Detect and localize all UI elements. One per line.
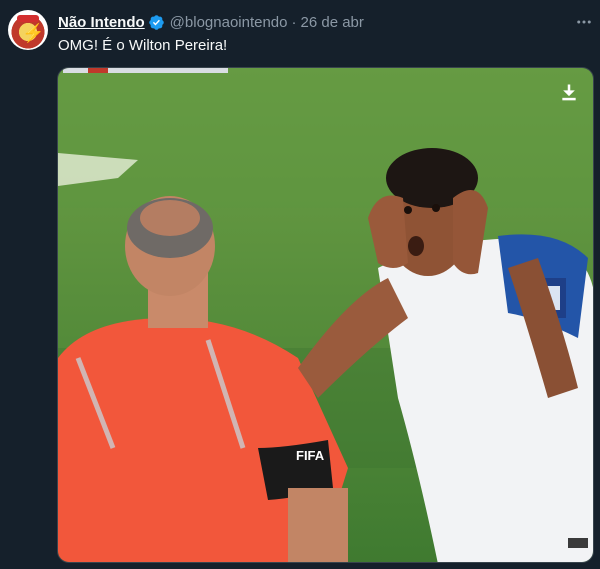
avatar-mascot-icon: ⚡ [22,23,45,43]
separator-dot: · [291,13,297,31]
tweet-date[interactable]: 26 de abr [301,14,364,31]
armband-text: FIFA [296,448,325,463]
tweet-media-photo[interactable]: FIFA [57,67,594,563]
tweet: ⚡ Não Intendo @blognaointendo · 26 de ab… [0,0,600,569]
tweet-text: OMG! É o Wilton Pereira! [58,37,228,54]
photo-scene: FIFA [58,68,593,562]
display-name[interactable]: Não Intendo [58,14,145,31]
more-dots-icon[interactable] [572,10,596,34]
avatar-logo-badge [17,15,39,22]
download-arrow-icon[interactable] [559,82,579,102]
tweet-header: Não Intendo @blognaointendo · 26 de abr [58,12,364,32]
avatar[interactable]: ⚡ [8,10,48,50]
verified-badge-icon [148,14,164,30]
user-handle[interactable]: @blognaointendo [170,14,288,31]
